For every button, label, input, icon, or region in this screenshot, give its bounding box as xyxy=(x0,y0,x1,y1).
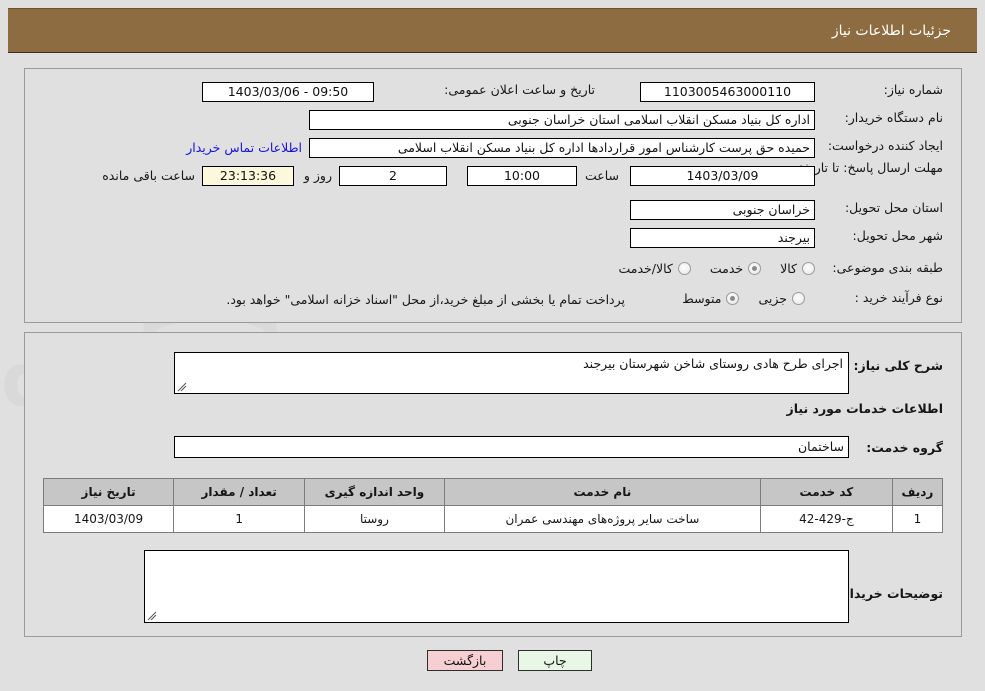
city-row: شهر محل تحویل: xyxy=(853,228,943,243)
purchase-type-label-row: نوع فرآیند خرید : xyxy=(855,290,943,305)
radio-category-kala-khedmat-label: کالا/خدمت xyxy=(618,261,673,276)
deadline-remaining-label: ساعت باقی مانده xyxy=(102,168,195,183)
page-title: جزئیات اطلاعات نیاز xyxy=(831,22,951,39)
buyer-org-row: نام دستگاه خریدار: xyxy=(845,110,943,125)
radio-purchase-jozei[interactable] xyxy=(792,292,805,305)
requester-row: ایجاد کننده درخواست: xyxy=(828,138,943,153)
table-header-row: ردیف کد خدمت نام خدمت واحد اندازه گیری ت… xyxy=(42,478,944,506)
general-desc-value: اجرای طرح هادی روستای شاخن شهرستان بیرجن… xyxy=(583,356,843,371)
resize-grip-icon xyxy=(147,611,157,621)
category-label: طبقه بندی موضوعی: xyxy=(832,260,943,275)
requester-label: ایجاد کننده درخواست: xyxy=(827,138,943,153)
need-number-value: 1103005463000110 xyxy=(640,82,815,102)
need-info-panel xyxy=(24,68,962,323)
radio-category-khedmat-label: خدمت xyxy=(709,261,744,276)
print-button[interactable]: چاپ xyxy=(518,650,592,671)
city-label: شهر محل تحویل: xyxy=(852,228,943,243)
city-value: بیرجند xyxy=(630,228,815,248)
th-name: نام خدمت xyxy=(443,478,762,506)
buyer-notes-label: توضیحات خریدار: xyxy=(837,586,943,601)
province-label: استان محل تحویل: xyxy=(844,200,943,215)
service-group-label: گروه خدمت: xyxy=(866,440,943,455)
th-quantity: تعداد / مقدار xyxy=(173,478,306,506)
announce-date-value: 1403/03/06 - 09:50 xyxy=(202,82,374,102)
purchase-type-radio-group: جزیی متوسط xyxy=(668,291,805,306)
radio-purchase-motevaset-label: متوسط xyxy=(682,291,722,306)
cell-radif: 1 xyxy=(891,505,944,533)
announce-date-row: تاریخ و ساعت اعلان عمومی: xyxy=(444,82,595,97)
deadline-date-value: 1403/03/09 xyxy=(630,166,815,186)
buyer-org-label: نام دستگاه خریدار: xyxy=(844,110,943,125)
th-date: تاریخ نیاز xyxy=(42,478,175,506)
buyer-contact-link[interactable]: اطلاعات تماس خریدار xyxy=(186,140,302,155)
province-value: خراسان جنوبی xyxy=(630,200,815,220)
deadline-time-label: ساعت xyxy=(584,168,619,183)
cell-date: 1403/03/09 xyxy=(42,505,175,533)
radio-category-kala-label: کالا xyxy=(780,261,797,276)
purchase-type-label: نوع فرآیند خرید : xyxy=(854,290,943,305)
purchase-type-note: پرداخت تمام یا بخشی از مبلغ خرید،از محل … xyxy=(226,292,625,307)
deadline-label: مهلت ارسال پاسخ: تا تاریخ: xyxy=(798,160,943,175)
radio-category-kala-khedmat[interactable] xyxy=(677,262,691,275)
deadline-days-label: روز و xyxy=(303,168,332,183)
cell-code: ج-429-42 xyxy=(760,505,893,533)
services-table: ردیف کد خدمت نام خدمت واحد اندازه گیری ت… xyxy=(42,478,944,533)
general-desc-label: شرح کلی نیاز: xyxy=(853,358,943,373)
th-code: کد خدمت xyxy=(760,478,893,506)
th-unit: واحد اندازه گیری xyxy=(304,478,445,506)
cell-name: ساخت سایر پروژه‌های مهندسی عمران xyxy=(443,505,762,533)
general-desc-textarea[interactable]: اجرای طرح هادی روستای شاخن شهرستان بیرجن… xyxy=(174,352,849,394)
need-number-row: شماره نیاز: xyxy=(884,82,943,97)
buyer-notes-textarea[interactable] xyxy=(144,550,849,623)
category-label-row: طبقه بندی موضوعی: xyxy=(832,260,943,275)
category-radio-group: کالا خدمت کالا/خدمت xyxy=(604,261,815,276)
province-row: استان محل تحویل: xyxy=(845,200,943,215)
radio-purchase-jozei-label: جزیی xyxy=(758,291,787,306)
page-header: جزئیات اطلاعات نیاز xyxy=(8,8,977,53)
radio-category-kala[interactable] xyxy=(802,262,815,275)
service-group-value: ساختمان xyxy=(174,436,849,458)
radio-purchase-motevaset[interactable] xyxy=(726,292,740,305)
deadline-time-value: 10:00 xyxy=(467,166,577,186)
requester-value: حمیده حق پرست کارشناس امور قراردادها ادا… xyxy=(309,138,815,158)
back-button[interactable]: بازگشت xyxy=(427,650,503,671)
deadline-countdown-value: 23:13:36 xyxy=(202,166,294,186)
need-number-label: شماره نیاز: xyxy=(883,82,943,97)
announce-date-label: تاریخ و ساعت اعلان عمومی: xyxy=(444,82,595,97)
deadline-days-value: 2 xyxy=(339,166,447,186)
services-heading: اطلاعات خدمات مورد نیاز xyxy=(786,401,944,416)
buyer-org-value: اداره کل بنیاد مسکن انقلاب اسلامی استان … xyxy=(309,110,815,130)
table-row: 1 ج-429-42 ساخت سایر پروژه‌های مهندسی عم… xyxy=(42,505,944,533)
th-radif: ردیف xyxy=(891,478,944,506)
cell-quantity: 1 xyxy=(173,505,306,533)
cell-unit: روستا xyxy=(304,505,445,533)
radio-category-khedmat[interactable] xyxy=(748,262,762,275)
resize-grip-icon xyxy=(177,382,187,392)
